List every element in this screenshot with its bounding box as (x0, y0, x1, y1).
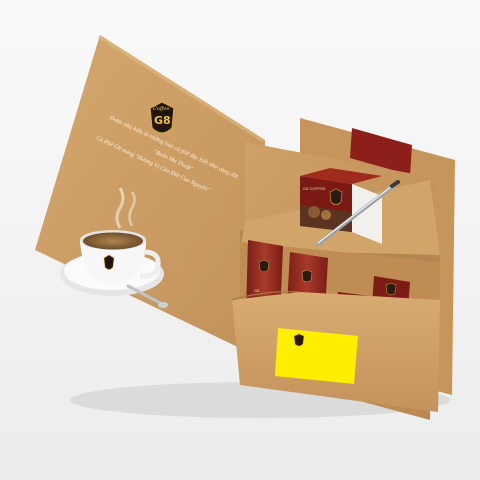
scene-svg: G8 COFFEE G8 G8 (0, 0, 480, 480)
logo-mark: G8 (154, 114, 171, 127)
logo-shield-icon: Coffee G8 (149, 101, 175, 134)
logo-word: Coffee (153, 106, 169, 112)
stick-1-label: G8 (254, 288, 260, 293)
card-logo-icon (293, 333, 305, 347)
gift-box-label: G8 COFFEE (303, 186, 326, 191)
folder-mockup-scene: G8 COFFEE G8 G8 (0, 0, 480, 480)
yellow-business-card (275, 328, 358, 384)
